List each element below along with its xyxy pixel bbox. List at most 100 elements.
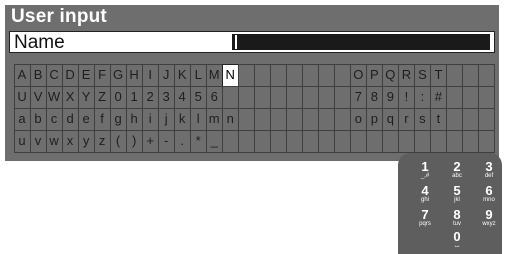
character-key[interactable]: ( — [109, 129, 127, 153]
character-key[interactable] — [253, 129, 271, 153]
character-key[interactable]: h — [125, 107, 143, 131]
character-key[interactable]: * — [189, 129, 207, 153]
character-key[interactable]: . — [173, 129, 191, 153]
character-key[interactable]: J — [157, 63, 175, 87]
character-key[interactable] — [365, 129, 383, 153]
character-key[interactable] — [317, 129, 335, 153]
character-key[interactable] — [237, 63, 255, 87]
character-key[interactable] — [285, 107, 303, 131]
character-key[interactable]: t — [429, 107, 447, 131]
character-key[interactable]: Q — [381, 63, 399, 87]
character-key[interactable]: + — [141, 129, 159, 153]
character-key[interactable] — [445, 129, 463, 153]
character-key[interactable] — [253, 85, 271, 109]
character-key[interactable] — [221, 129, 239, 153]
character-key[interactable]: 7 — [349, 85, 367, 109]
character-key[interactable]: H — [125, 63, 143, 87]
character-key[interactable]: B — [29, 63, 47, 87]
character-key[interactable] — [477, 85, 495, 109]
character-key[interactable]: ) — [125, 129, 143, 153]
character-key[interactable] — [461, 63, 479, 87]
character-key[interactable] — [301, 63, 319, 87]
keypad-key[interactable]: 8 tuv — [444, 208, 470, 228]
character-key[interactable]: v — [29, 129, 47, 153]
character-key[interactable]: S — [413, 63, 431, 87]
character-key[interactable]: e — [77, 107, 95, 131]
character-key[interactable]: 8 — [365, 85, 383, 109]
character-key[interactable] — [269, 129, 287, 153]
character-key[interactable] — [269, 85, 287, 109]
character-key[interactable]: D — [61, 63, 79, 87]
character-key[interactable] — [301, 129, 319, 153]
character-key[interactable]: W — [45, 85, 63, 109]
character-key[interactable] — [237, 107, 255, 131]
character-key[interactable]: b — [29, 107, 47, 131]
character-key[interactable]: Z — [93, 85, 111, 109]
character-key[interactable]: R — [397, 63, 415, 87]
character-key[interactable] — [461, 129, 479, 153]
character-key[interactable] — [317, 63, 335, 87]
character-key[interactable] — [333, 129, 351, 153]
character-key[interactable]: 3 — [157, 85, 175, 109]
character-key[interactable] — [381, 129, 399, 153]
character-key[interactable]: z — [93, 129, 111, 153]
character-key[interactable]: # — [429, 85, 447, 109]
character-key[interactable]: K — [173, 63, 191, 87]
character-key[interactable] — [349, 129, 367, 153]
character-key[interactable]: X — [61, 85, 79, 109]
character-key[interactable] — [477, 63, 495, 87]
character-key[interactable]: p — [365, 107, 383, 131]
character-key[interactable]: 5 — [189, 85, 207, 109]
keypad-key[interactable]: 2 abc — [444, 160, 470, 180]
character-key[interactable] — [477, 107, 495, 131]
keypad-key[interactable]: 5 jkl — [444, 184, 470, 204]
character-key[interactable]: 6 — [205, 85, 223, 109]
character-key[interactable]: _ — [205, 129, 223, 153]
character-key[interactable]: o — [349, 107, 367, 131]
character-key[interactable]: 9 — [381, 85, 399, 109]
character-key[interactable]: F — [93, 63, 111, 87]
character-key[interactable]: U — [13, 85, 31, 109]
character-key[interactable]: C — [45, 63, 63, 87]
character-key[interactable] — [317, 85, 335, 109]
character-key[interactable] — [221, 85, 239, 109]
character-key[interactable] — [477, 129, 495, 153]
character-key[interactable]: 2 — [141, 85, 159, 109]
keypad-key[interactable]: 6 mno — [476, 184, 502, 204]
character-key[interactable] — [269, 63, 287, 87]
character-key[interactable] — [301, 85, 319, 109]
character-key[interactable]: n — [221, 107, 239, 131]
character-key[interactable] — [461, 85, 479, 109]
keypad-key[interactable]: 0 ⌴ — [444, 230, 470, 250]
character-key[interactable]: d — [61, 107, 79, 131]
character-key[interactable]: M — [205, 63, 223, 87]
character-key[interactable] — [429, 129, 447, 153]
character-key[interactable] — [285, 85, 303, 109]
character-key[interactable]: k — [173, 107, 191, 131]
character-key[interactable]: N — [221, 63, 239, 87]
character-key[interactable]: x — [61, 129, 79, 153]
character-key[interactable]: 1 — [125, 85, 143, 109]
character-key[interactable]: y — [77, 129, 95, 153]
character-key[interactable] — [445, 107, 463, 131]
keypad-key[interactable]: 3 def — [476, 160, 502, 180]
character-key[interactable]: c — [45, 107, 63, 131]
character-key[interactable]: 0 — [109, 85, 127, 109]
character-key[interactable]: ! — [397, 85, 415, 109]
character-key[interactable] — [317, 107, 335, 131]
character-key[interactable]: l — [189, 107, 207, 131]
character-key[interactable]: q — [381, 107, 399, 131]
keypad-key[interactable]: 4 ghi — [412, 184, 438, 204]
character-key[interactable]: E — [77, 63, 95, 87]
character-key[interactable] — [269, 107, 287, 131]
character-key[interactable] — [253, 107, 271, 131]
keypad-key[interactable]: 9 wxyz — [476, 208, 502, 228]
character-key[interactable] — [445, 63, 463, 87]
character-key[interactable]: : — [413, 85, 431, 109]
character-key[interactable] — [333, 107, 351, 131]
character-key[interactable] — [445, 85, 463, 109]
character-key[interactable]: w — [45, 129, 63, 153]
character-key[interactable]: O — [349, 63, 367, 87]
character-key[interactable]: m — [205, 107, 223, 131]
character-key[interactable] — [333, 85, 351, 109]
